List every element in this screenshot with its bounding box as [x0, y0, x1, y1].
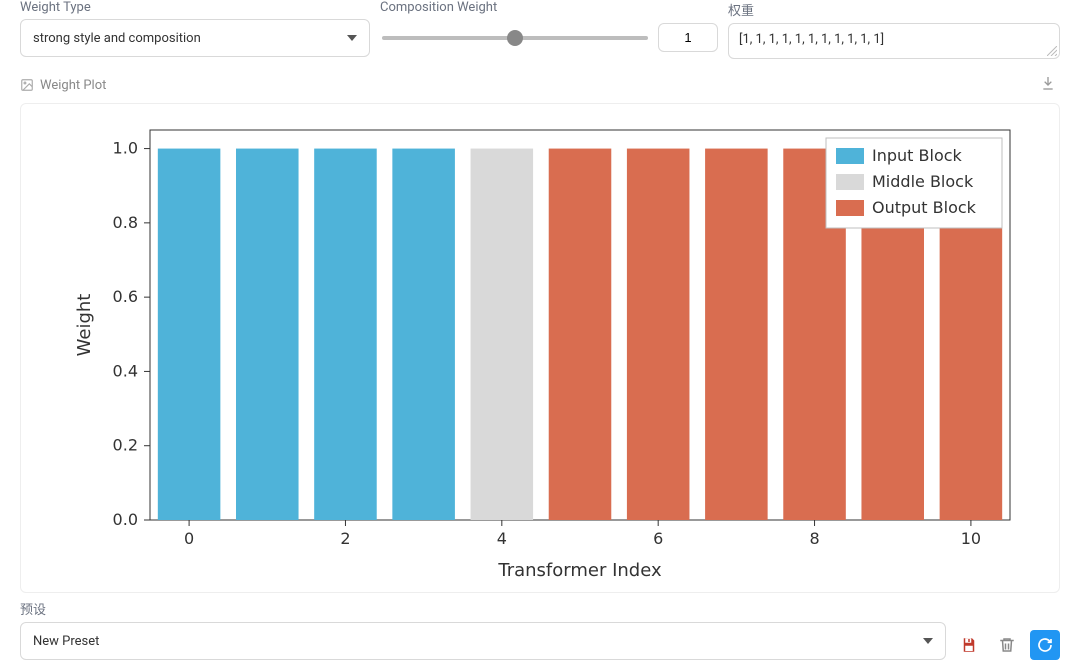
plot-title: Weight Plot [40, 78, 106, 93]
composition-weight-value[interactable] [658, 23, 718, 52]
preset-label: 预设 [20, 599, 946, 618]
download-button[interactable] [1036, 71, 1060, 99]
chevron-down-icon [923, 638, 933, 644]
svg-text:4: 4 [497, 529, 507, 548]
weights-input[interactable]: [1, 1, 1, 1, 1, 1, 1, 1, 1, 1, 1] [728, 23, 1060, 59]
svg-text:Transformer Index: Transformer Index [497, 560, 662, 581]
weights-label: 权重 [728, 0, 1060, 19]
save-icon [960, 636, 978, 654]
svg-text:1.0: 1.0 [113, 139, 138, 158]
weight-type-value: strong style and composition [33, 31, 201, 46]
weight-plot-svg: 0 2 4 6 8 10 0.0 0.2 0.4 0.6 0.8 1.0 Transformer Ind… [50, 110, 1030, 590]
preset-value: New Preset [33, 634, 99, 649]
svg-text:0.2: 0.2 [113, 436, 138, 455]
chevron-down-icon [347, 35, 357, 41]
resize-handle-icon [1047, 46, 1057, 56]
svg-text:Input Block: Input Block [872, 146, 963, 165]
weight-type-dropdown[interactable]: strong style and composition [20, 19, 370, 57]
svg-text:0.4: 0.4 [113, 361, 138, 380]
svg-text:Middle Block: Middle Block [872, 172, 974, 191]
weight-plot: 0 2 4 6 8 10 0.0 0.2 0.4 0.6 0.8 1.0 Transformer Ind… [20, 103, 1060, 593]
svg-text:6: 6 [653, 529, 663, 548]
download-icon [1040, 75, 1056, 91]
composition-weight-slider[interactable] [382, 36, 648, 40]
image-icon [20, 78, 34, 92]
svg-text:8: 8 [809, 529, 819, 548]
trash-icon [998, 636, 1016, 654]
svg-text:0.8: 0.8 [113, 213, 138, 232]
composition-weight-label: Composition Weight [380, 0, 718, 15]
svg-text:0: 0 [184, 529, 194, 548]
svg-text:Output Block: Output Block [872, 198, 977, 217]
weight-type-label: Weight Type [20, 0, 370, 15]
preset-dropdown[interactable]: New Preset [20, 622, 946, 660]
svg-text:10: 10 [961, 529, 981, 548]
weights-value: [1, 1, 1, 1, 1, 1, 1, 1, 1, 1, 1] [739, 32, 884, 47]
refresh-icon [1037, 637, 1053, 653]
svg-text:0.6: 0.6 [113, 287, 138, 306]
svg-text:Weight: Weight [74, 294, 95, 357]
svg-text:0.0: 0.0 [113, 510, 138, 529]
svg-text:2: 2 [340, 529, 350, 548]
